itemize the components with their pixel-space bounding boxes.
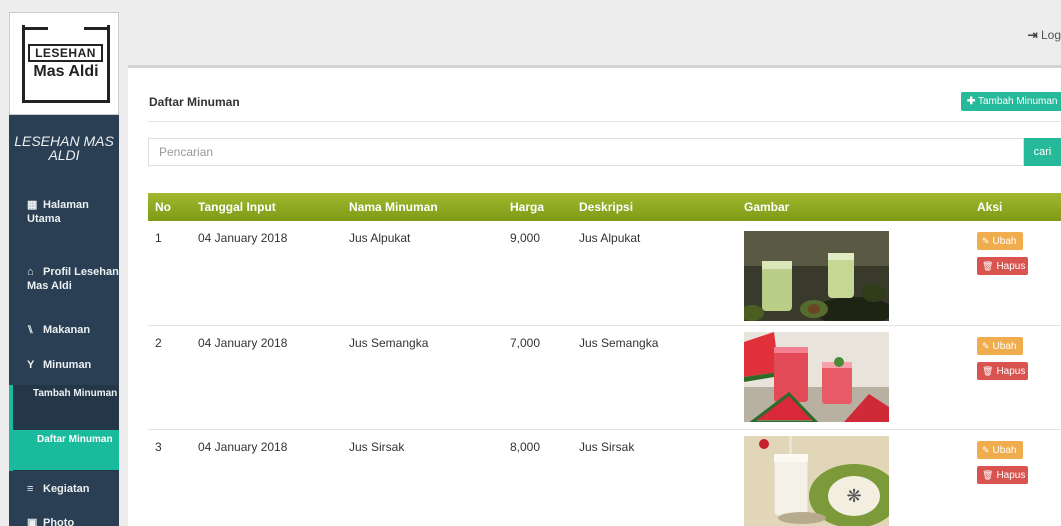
add-drink-label: Tambah Minuman xyxy=(978,96,1058,107)
cell-nama: Jus Alpukat xyxy=(349,231,411,245)
cell-nama: Jus Semangka xyxy=(349,336,429,350)
edit-label: Ubah xyxy=(992,236,1017,247)
home-icon: ⌂ xyxy=(27,266,34,278)
edit-icon: ✎ xyxy=(982,236,990,246)
divider xyxy=(148,121,1061,122)
delete-label: Hapus xyxy=(996,470,1026,481)
grid-icon: ▦ xyxy=(27,199,38,211)
glass-icon: Y xyxy=(27,359,35,371)
sidebar: LESEHAN Mas Aldi LESEHAN MAS ALDI ▦ Halam… xyxy=(9,12,119,526)
logo-frame-top-left xyxy=(22,27,48,30)
cell-no: 3 xyxy=(155,440,162,454)
content-panel: Daftar Minuman ✚ Tambah Minuman cari No … xyxy=(128,65,1061,526)
table-row: 2 04 January 2018 Jus Semangka 7,000 Jus… xyxy=(148,326,1061,430)
delete-label: Hapus xyxy=(996,261,1026,272)
picture-icon: ▣ xyxy=(27,517,38,526)
sidebar-item-makanan[interactable]: ⑊ Makanan xyxy=(9,323,119,337)
edit-label: Ubah xyxy=(992,341,1017,352)
sidebar-item-label: Profil Lesehan Mas Aldi xyxy=(27,266,119,292)
cell-tanggal: 04 January 2018 xyxy=(198,440,288,454)
table-header: No Tanggal Input Nama Minuman Harga Desk… xyxy=(148,193,1061,221)
sidebar-item-minuman[interactable]: Y Minuman xyxy=(9,358,119,372)
edit-icon: ✎ xyxy=(982,445,990,455)
search-button[interactable]: cari xyxy=(1024,138,1061,166)
list-icon: ≡ xyxy=(27,483,34,495)
column-header-gambar[interactable]: Gambar xyxy=(744,193,789,221)
watermelon-juice-image xyxy=(744,332,889,422)
column-header-no[interactable]: No xyxy=(155,193,171,221)
sidebar-item-label: Photo xyxy=(43,517,75,526)
panel-title: Daftar Minuman xyxy=(149,95,240,109)
logout-link[interactable]: ⇥ Log xyxy=(1028,28,1061,42)
logout-label: Log xyxy=(1040,28,1061,42)
delete-button[interactable]: 🗑 Hapus xyxy=(977,466,1028,484)
column-header-harga[interactable]: Harga xyxy=(510,193,544,221)
sidebar-item-label: Makanan xyxy=(43,324,91,336)
soursop-juice-image: ❋ xyxy=(744,436,889,526)
submenu-item-daftar-minuman[interactable]: Daftar Minuman xyxy=(9,430,119,470)
column-header-tanggal[interactable]: Tanggal Input xyxy=(198,193,276,221)
edit-button[interactable]: ✎ Ubah xyxy=(977,337,1023,355)
trash-icon: 🗑 xyxy=(982,470,994,480)
sidebar-item-label: Minuman xyxy=(43,359,92,371)
cell-deskripsi: Jus Semangka xyxy=(579,336,659,350)
cutlery-icon: ⑊ xyxy=(27,324,34,336)
sidebar-item-kegiatan[interactable]: ≡ Kegiatan xyxy=(9,482,119,496)
submenu-item-label: Daftar Minuman xyxy=(37,434,113,445)
cell-deskripsi: Jus Sirsak xyxy=(579,440,635,454)
trash-icon: 🗑 xyxy=(982,366,994,376)
cell-nama: Jus Sirsak xyxy=(349,440,405,454)
delete-button[interactable]: 🗑 Hapus xyxy=(977,257,1028,275)
trash-icon: 🗑 xyxy=(982,261,994,271)
cell-tanggal: 04 January 2018 xyxy=(198,231,288,245)
add-drink-button[interactable]: ✚ Tambah Minuman xyxy=(961,92,1061,111)
edit-label: Ubah xyxy=(992,445,1017,456)
cell-harga: 7,000 xyxy=(510,336,541,350)
cell-tanggal: 04 January 2018 xyxy=(198,336,288,350)
table-row: 1 04 January 2018 Jus Alpukat 9,000 Jus … xyxy=(148,221,1061,326)
logo[interactable]: LESEHAN Mas Aldi xyxy=(9,12,119,115)
plus-icon: ✚ xyxy=(967,96,976,107)
site-title: LESEHAN MAS ALDI xyxy=(14,133,114,163)
column-header-aksi[interactable]: Aksi xyxy=(977,193,1002,221)
edit-button[interactable]: ✎ Ubah xyxy=(977,232,1023,250)
logo-frame-top-right xyxy=(84,27,110,30)
logo-line-2: Mas Aldi xyxy=(33,63,99,80)
top-bar: ⇥ Log xyxy=(119,12,1061,58)
table-row: 3 04 January 2018 Jus Sirsak 8,000 Jus S… xyxy=(148,430,1061,526)
submenu-item-tambah-minuman[interactable]: Tambah Minuman xyxy=(33,388,117,400)
svg-text:❋: ❋ xyxy=(846,486,861,507)
sidebar-item-photo[interactable]: ▣ Photo xyxy=(9,516,119,526)
cell-no: 2 xyxy=(155,336,162,350)
sidebar-item-halaman-utama[interactable]: ▦ Halaman Utama xyxy=(9,198,119,226)
delete-label: Hapus xyxy=(996,366,1026,377)
avocado-juice-image xyxy=(744,231,889,321)
column-header-deskripsi[interactable]: Deskripsi xyxy=(579,193,633,221)
column-header-nama[interactable]: Nama Minuman xyxy=(349,193,438,221)
cell-harga: 8,000 xyxy=(510,440,541,454)
cell-deskripsi: Jus Alpukat xyxy=(579,231,641,245)
edit-icon: ✎ xyxy=(982,341,990,351)
sign-out-icon: ⇥ xyxy=(1027,28,1038,42)
edit-button[interactable]: ✎ Ubah xyxy=(977,441,1023,459)
sidebar-item-profil[interactable]: ⌂ Profil Lesehan Mas Aldi xyxy=(9,265,119,293)
sidebar-item-label: Kegiatan xyxy=(43,483,90,495)
search-input[interactable] xyxy=(148,138,1024,166)
cell-no: 1 xyxy=(155,231,162,245)
cell-harga: 9,000 xyxy=(510,231,541,245)
delete-button[interactable]: 🗑 Hapus xyxy=(977,362,1028,380)
logo-line-1: LESEHAN xyxy=(28,44,103,62)
